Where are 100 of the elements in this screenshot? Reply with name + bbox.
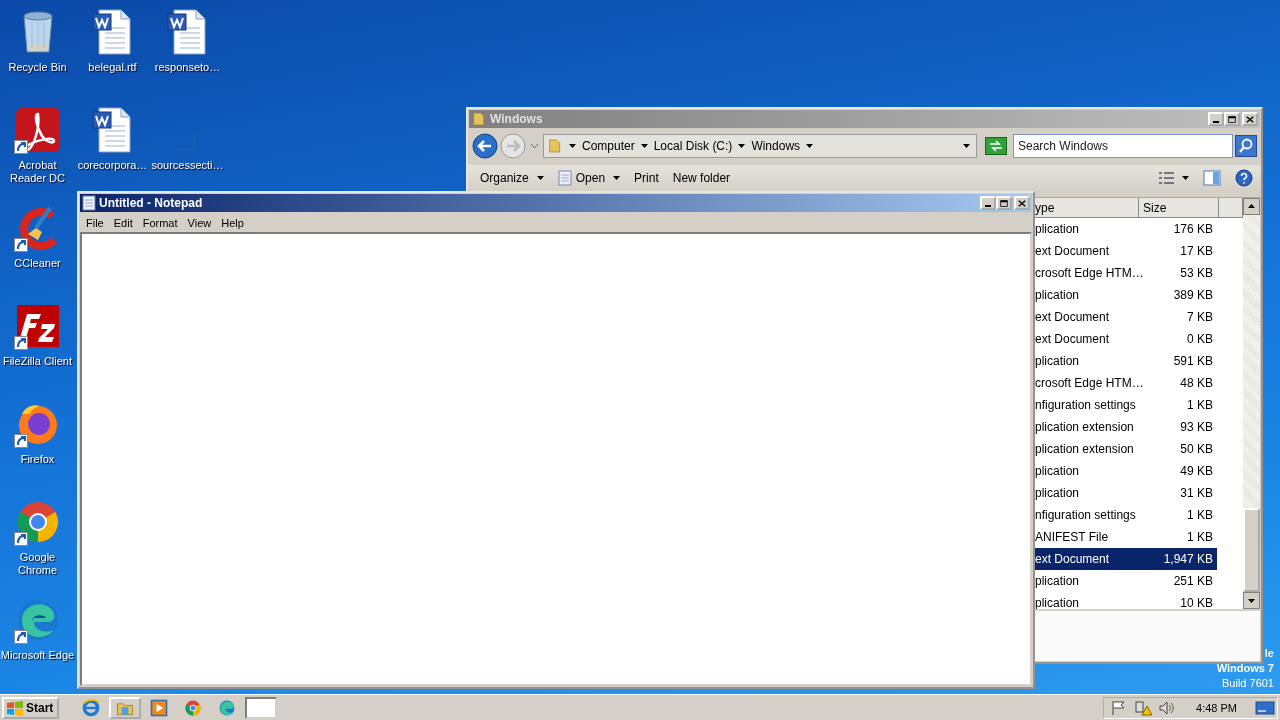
column-header[interactable]: ype <box>1033 198 1139 218</box>
scrollbar[interactable] <box>1243 198 1260 609</box>
file-row[interactable]: ext Document 7 KB <box>1033 306 1217 328</box>
shortcut-arrow-icon <box>13 630 28 644</box>
file-row[interactable]: ext Document 17 KB <box>1033 240 1217 262</box>
type-text: ANIFEST File <box>1034 530 1110 544</box>
folder-icon <box>547 138 563 154</box>
taskbar-button[interactable] <box>245 696 278 719</box>
menu-item[interactable]: File <box>81 216 109 229</box>
close-button[interactable] <box>1014 196 1030 210</box>
file-row[interactable]: plication 176 KB <box>1033 218 1217 240</box>
type-text: plication <box>1034 574 1081 588</box>
file-row[interactable]: plication extension 50 KB <box>1033 438 1217 460</box>
maximize-icon <box>999 198 1009 208</box>
menu-item[interactable]: Edit <box>108 216 138 229</box>
back-button[interactable] <box>472 133 498 159</box>
notepad-icon <box>82 195 96 211</box>
maximize-button[interactable] <box>996 196 1012 210</box>
scroll-up-button[interactable] <box>1243 198 1260 215</box>
file-row[interactable]: plication 31 KB <box>1033 482 1217 504</box>
windows-logo-icon <box>6 699 24 716</box>
toolbar-button[interactable]: Print <box>630 169 663 187</box>
minimize-icon <box>985 204 991 207</box>
network-warning-icon[interactable] <box>1134 699 1153 716</box>
size-text: 0 KB <box>1186 332 1214 346</box>
pdf-icon[interactable] <box>13 106 62 154</box>
breadcrumb-item[interactable]: Local Disk (C:) <box>653 139 733 153</box>
file-row[interactable]: plication 49 KB <box>1033 460 1217 482</box>
scroll-thumb[interactable] <box>1243 508 1260 592</box>
file-row[interactable]: ext Document 0 KB <box>1033 328 1217 350</box>
help-icon[interactable] <box>1235 169 1253 187</box>
view-options-icon[interactable] <box>1158 171 1176 185</box>
start-button[interactable]: Start <box>2 696 60 719</box>
file-row[interactable]: plication 389 KB <box>1033 284 1217 306</box>
search-field[interactable]: Search Windows <box>1014 136 1232 156</box>
icon-label[interactable]: responseto… <box>150 61 225 74</box>
show-desktop-icon[interactable] <box>1255 699 1275 716</box>
file-row[interactable]: crosoft Edge HTM… 48 KB <box>1033 372 1217 394</box>
shortcut-arrow-icon <box>13 140 28 154</box>
size-text: 17 KB <box>1179 244 1214 258</box>
icon-label[interactable]: Acrobat Reader DC <box>0 159 75 185</box>
type-text: ext Document <box>1034 244 1111 258</box>
size-text: 1 KB <box>1186 398 1214 412</box>
column-header[interactable]: Size <box>1139 198 1219 218</box>
file-row[interactable]: ANIFEST File 1 KB <box>1033 526 1217 548</box>
globe-e-icon <box>81 697 102 718</box>
icon-label[interactable]: Firefox <box>0 453 75 466</box>
size-text: 10 KB <box>1179 596 1214 609</box>
menu-button[interactable]: Organize <box>476 169 548 187</box>
breadcrumb-item[interactable]: Windows <box>751 139 801 153</box>
icon-label[interactable]: Recycle Bin <box>0 61 75 74</box>
shortcut-arrow-icon <box>13 532 28 546</box>
minimize-button[interactable] <box>980 196 996 210</box>
address-bar[interactable]: Computer Local Disk (C:) Windows <box>543 134 977 158</box>
type-text: plication <box>1034 486 1081 500</box>
menu-item[interactable]: Format <box>137 216 183 229</box>
scroll-down-button[interactable] <box>1243 592 1260 609</box>
window-title: Untitled - Notepad <box>99 196 204 210</box>
speaker-icon[interactable] <box>1158 699 1177 716</box>
file-row[interactable]: plication 10 KB <box>1033 592 1217 609</box>
type-text: plication <box>1034 222 1081 236</box>
version-text: Build 7601 <box>1222 676 1274 691</box>
clock[interactable]: 4:48 PM <box>1182 701 1249 714</box>
history-dropdown-icon[interactable] <box>530 143 539 149</box>
size-text: 1 KB <box>1186 508 1214 522</box>
breadcrumb-item[interactable]: Computer <box>582 139 635 153</box>
menu-item[interactable]: Help <box>216 216 249 229</box>
menu-button[interactable]: Open <box>553 168 625 188</box>
type-text: plication <box>1034 464 1081 478</box>
toolbar-button[interactable]: New folder <box>668 169 735 187</box>
icon-label[interactable]: sourcessecti… <box>150 159 225 172</box>
dropdown-caret-icon <box>1182 176 1189 180</box>
type-text: nfiguration settings <box>1034 508 1137 522</box>
file-row[interactable]: nfiguration settings 1 KB <box>1033 504 1217 526</box>
icon-label[interactable]: CCleaner <box>0 257 75 270</box>
icon-label[interactable]: Microsoft Edge <box>0 649 75 662</box>
icon-label[interactable]: FileZilla Client <box>0 355 75 368</box>
size-text: 49 KB <box>1179 464 1214 478</box>
search-button[interactable] <box>1235 135 1257 157</box>
file-row[interactable]: plication 591 KB <box>1033 350 1217 372</box>
file-row[interactable]: crosoft Edge HTM… 53 KB <box>1033 262 1217 284</box>
file-row[interactable]: plication 251 KB <box>1033 570 1217 592</box>
notepad-icon <box>557 170 572 186</box>
file-row[interactable]: nfiguration settings 1 KB <box>1033 394 1217 416</box>
menu-item[interactable]: View <box>182 216 217 229</box>
icon-label[interactable]: belegal.rtf <box>75 61 150 74</box>
caret-icon <box>738 144 746 148</box>
icon-label[interactable]: corecorpora… <box>75 159 150 172</box>
type-text: plication <box>1034 354 1081 368</box>
type-text: crosoft Edge HTM… <box>1034 376 1141 390</box>
type-text: plication extension <box>1034 442 1135 456</box>
refresh-button[interactable] <box>985 137 1007 155</box>
icon-label[interactable]: Google Chrome <box>0 551 75 577</box>
size-text: 7 KB <box>1186 310 1214 324</box>
file-row[interactable]: ext Document 1,947 KB <box>1033 548 1217 570</box>
type-text: ext Document <box>1034 332 1111 346</box>
type-text: crosoft Edge HTM… <box>1034 266 1141 280</box>
preview-pane-icon[interactable] <box>1203 170 1221 186</box>
file-row[interactable]: plication extension 93 KB <box>1033 416 1217 438</box>
type-text: nfiguration settings <box>1034 398 1137 412</box>
